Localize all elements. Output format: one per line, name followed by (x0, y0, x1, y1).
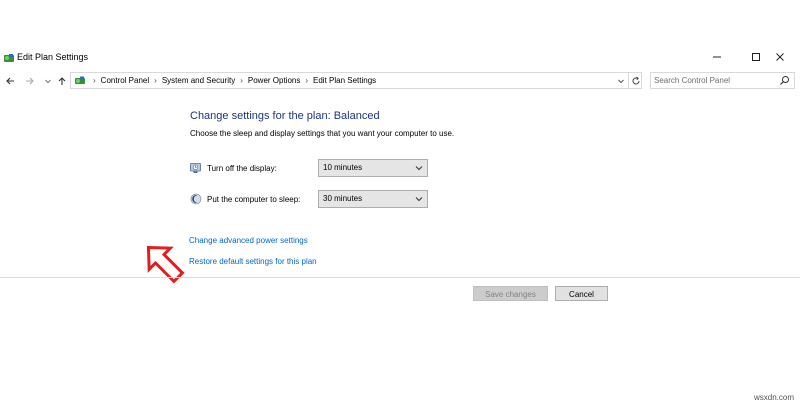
advanced-power-settings-link[interactable]: Change advanced power settings (189, 235, 308, 246)
chevron-down-icon (415, 166, 423, 171)
control-panel-icon (4, 54, 14, 62)
minimize-icon (713, 56, 721, 58)
breadcrumb-separator-icon[interactable]: › (305, 75, 308, 86)
watermark: wsxdn.com (753, 393, 794, 402)
save-changes-button[interactable]: Save changes (473, 286, 548, 301)
breadcrumb-separator-icon: › (93, 76, 96, 85)
breadcrumb-item-edit-plan-settings[interactable]: Edit Plan Settings (313, 75, 376, 86)
back-button[interactable] (2, 73, 18, 89)
breadcrumb-item-system-and-security[interactable]: System and Security (162, 75, 235, 86)
minimize-button[interactable] (697, 44, 737, 70)
address-dropdown-button[interactable] (615, 73, 627, 88)
moon-icon (190, 193, 202, 205)
search-icon[interactable] (779, 75, 790, 86)
display-timeout-value: 10 minutes (323, 163, 363, 172)
sleep-timeout-value: 30 minutes (323, 194, 363, 203)
up-button[interactable] (54, 73, 70, 89)
close-button[interactable] (760, 44, 800, 70)
monitor-clock-icon (190, 163, 201, 173)
page-title: Change settings for the plan: Balanced (190, 110, 380, 122)
breadcrumb-separator-icon[interactable]: › (154, 75, 157, 86)
breadcrumb-separator-icon[interactable]: › (240, 75, 243, 86)
refresh-icon (632, 76, 640, 84)
chevron-down-icon (618, 79, 624, 83)
search-input[interactable] (654, 73, 774, 87)
display-timeout-label: Turn off the display: (207, 164, 277, 173)
display-timeout-select[interactable]: 10 minutes (318, 159, 428, 177)
refresh-button[interactable] (628, 73, 643, 88)
red-arrow-icon (146, 245, 185, 284)
title-bar (0, 44, 800, 72)
restore-defaults-link[interactable]: Restore default settings for this plan (189, 256, 317, 267)
breadcrumb-item-power-options[interactable]: Power Options (248, 75, 300, 86)
breadcrumb: › Control Panel › System and Security › … (88, 75, 376, 86)
page-subtitle: Choose the sleep and display settings th… (190, 129, 455, 138)
arrow-right-icon (26, 77, 34, 85)
footer-divider (0, 277, 800, 278)
close-icon (776, 53, 784, 61)
sleep-timeout-select[interactable]: 30 minutes (318, 190, 428, 208)
arrow-up-icon (58, 77, 66, 85)
forward-button[interactable] (22, 73, 38, 89)
sleep-timeout-label: Put the computer to sleep: (207, 195, 301, 204)
chevron-down-icon (415, 197, 423, 202)
arrow-left-icon (6, 77, 14, 85)
chevron-down-icon (45, 79, 51, 84)
cancel-button[interactable]: Cancel (555, 286, 608, 301)
window-title: Edit Plan Settings (17, 52, 89, 62)
breadcrumb-item-control-panel[interactable]: Control Panel (101, 75, 149, 86)
control-panel-icon (75, 76, 85, 84)
